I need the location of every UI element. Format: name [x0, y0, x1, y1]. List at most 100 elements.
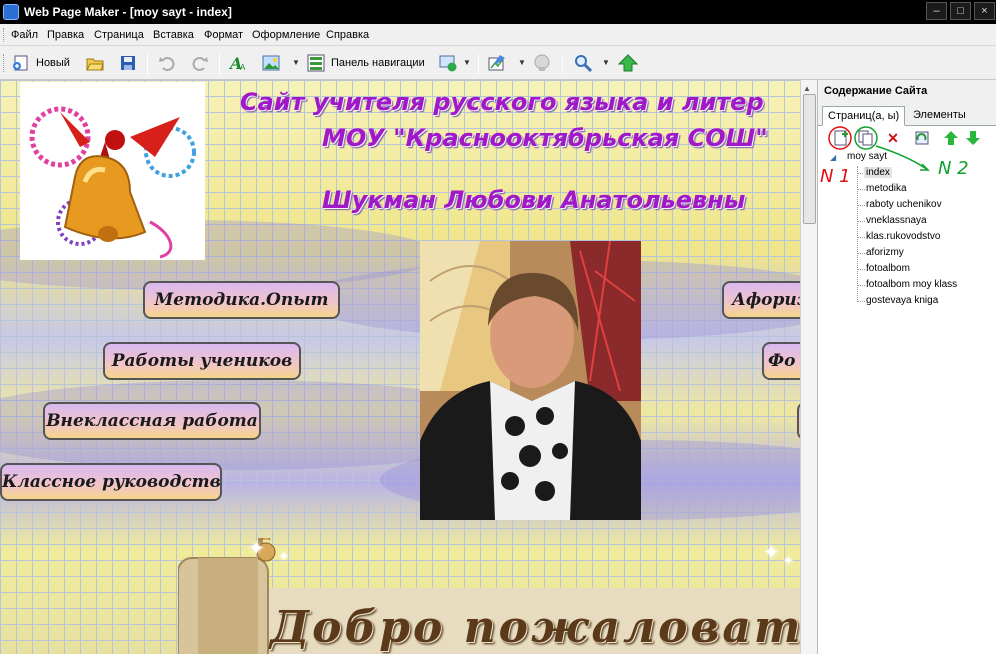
- close-window-button[interactable]: ×: [974, 2, 995, 20]
- nav-button-raboty[interactable]: Работы учеников: [103, 342, 301, 380]
- save-button[interactable]: [119, 52, 137, 74]
- tree-connector: [857, 221, 865, 222]
- sparkle-icon: ✦: [248, 538, 265, 560]
- redo-button[interactable]: [191, 52, 209, 74]
- new-page-button[interactable]: Новый: [12, 52, 70, 74]
- panel-toolbar: ✕: [818, 126, 996, 171]
- app-icon: [3, 4, 19, 20]
- open-button[interactable]: [86, 52, 104, 74]
- site-title-line3[interactable]: Шукман Любови Анатольевны: [322, 186, 745, 214]
- tab-elements[interactable]: Элементы: [908, 106, 971, 126]
- tree-connector: [857, 269, 865, 270]
- save-disk-icon: [119, 54, 137, 72]
- insert-object-button[interactable]: [439, 52, 457, 74]
- sparkle-icon: ✦: [783, 553, 794, 568]
- new-page-icon: [12, 54, 30, 72]
- menu-insert[interactable]: Вставка: [153, 29, 194, 41]
- toolbar-separator: [147, 54, 148, 74]
- tree-root-site[interactable]: moy sayt: [847, 151, 887, 162]
- scroll-up-arrow-icon[interactable]: ▲: [803, 84, 811, 93]
- tree-page-fotoalbom[interactable]: fotoalbom: [866, 263, 910, 274]
- magnifier-icon: [574, 54, 593, 73]
- tree-page-fotoalbom-moy-klass[interactable]: fotoalbom moy klass: [866, 279, 957, 290]
- tree-connector: [857, 205, 865, 206]
- toolbar-separator: [478, 54, 479, 74]
- globe-disabled-icon: [533, 54, 551, 72]
- toolbar-separator: [562, 54, 563, 74]
- welcome-text: Добро пожаловать!: [270, 602, 800, 653]
- nav-button-foto[interactable]: Фо: [762, 342, 800, 380]
- sparkle-icon: ✦: [763, 542, 780, 564]
- maximize-button[interactable]: □: [950, 2, 971, 20]
- welcome-scroll-banner[interactable]: Добро пожаловать! ✦ ✦ ✦ ✦: [177, 528, 800, 654]
- undo-icon: [158, 54, 176, 72]
- site-title-line1[interactable]: Сайт учителя русского языка и литер: [240, 88, 764, 116]
- new-page-label: Новый: [36, 57, 70, 69]
- open-folder-icon: [86, 54, 104, 72]
- tree-connector: [857, 253, 865, 254]
- redo-icon: [191, 54, 209, 72]
- draw-dropdown-arrow[interactable]: ▼: [518, 58, 526, 67]
- navigation-panel-button[interactable]: Панель навигации: [307, 52, 425, 74]
- menu-bar: Файл Правка Страница Вставка Формат Офор…: [0, 24, 996, 46]
- pencil-chart-icon: [488, 54, 506, 72]
- zoom-dropdown-arrow[interactable]: ▼: [602, 58, 610, 67]
- design-vertical-scrollbar[interactable]: ▲: [800, 80, 817, 654]
- draw-button[interactable]: [488, 52, 506, 74]
- upload-button[interactable]: [617, 52, 639, 74]
- panel-header: Содержание Сайта: [818, 80, 996, 102]
- insert-text-button[interactable]: AA: [228, 52, 247, 74]
- tree-page-aforizmy[interactable]: aforizmy: [866, 247, 904, 258]
- menu-file[interactable]: Файл: [11, 29, 38, 41]
- scrollbar-thumb[interactable]: [803, 94, 816, 224]
- zoom-button[interactable]: [574, 52, 593, 74]
- tree-connector: [857, 189, 865, 190]
- menu-format[interactable]: Формат: [204, 29, 243, 41]
- object-icon: [439, 54, 457, 72]
- bell-ribbon-icon: [29, 106, 196, 259]
- menu-grip: [3, 28, 6, 42]
- title-bar: Web Page Maker - [moy sayt - index] – □ …: [0, 0, 996, 24]
- nav-button-klassnoe[interactable]: Классное руководство: [0, 463, 222, 501]
- menu-help[interactable]: Справка: [326, 29, 369, 41]
- bell-logo-image[interactable]: [20, 82, 205, 260]
- tree-page-klas-rukovodstvo[interactable]: klas.rukovodstvo: [866, 231, 940, 242]
- publish-button[interactable]: [533, 52, 551, 74]
- image-dropdown-arrow[interactable]: ▼: [292, 58, 300, 67]
- nav-button-aforizmy[interactable]: Афориз: [722, 281, 800, 319]
- svg-text:A: A: [240, 63, 246, 72]
- tree-page-gostevaya[interactable]: gostevaya kniga: [866, 295, 938, 306]
- teacher-photo[interactable]: [420, 241, 641, 520]
- tab-pages[interactable]: Страниц(а, ы): [822, 106, 906, 126]
- pages-tree: ◢ moy sayt index metodika raboty uchenik…: [818, 150, 996, 310]
- tree-page-index[interactable]: index: [864, 167, 892, 178]
- image-icon: [262, 54, 280, 72]
- menu-edit[interactable]: Правка: [47, 29, 84, 41]
- site-title-line2[interactable]: МОУ "Краснооктябрьская СОШ": [322, 124, 768, 152]
- insert-image-button[interactable]: [262, 52, 280, 74]
- tree-page-raboty[interactable]: raboty uchenikov: [866, 199, 942, 210]
- tree-connector: [857, 237, 865, 238]
- nav-button-vneklassnaya[interactable]: Внеклассная работа: [43, 402, 261, 440]
- web-page-maker-window: Web Page Maker - [moy sayt - index] – □ …: [0, 0, 996, 654]
- navigation-panel-icon: [307, 54, 325, 72]
- tree-expand-icon[interactable]: ◢: [830, 153, 836, 162]
- object-dropdown-arrow[interactable]: ▼: [463, 58, 471, 67]
- nav-button-metodika[interactable]: Методика.Опыт: [143, 281, 340, 319]
- panel-tabs: Страниц(а, ы) Элементы: [818, 102, 996, 126]
- toolbar-grip: [3, 54, 6, 72]
- undo-button[interactable]: [158, 52, 176, 74]
- tree-page-metodika[interactable]: metodika: [866, 183, 907, 194]
- design-canvas[interactable]: Сайт учителя русского языка и литер МОУ …: [0, 80, 800, 654]
- sparkle-icon: ✦: [278, 548, 290, 564]
- navigation-panel-label: Панель навигации: [331, 57, 425, 69]
- tree-connector: [857, 285, 865, 286]
- menu-page[interactable]: Страница: [94, 29, 144, 41]
- minimize-button[interactable]: –: [926, 2, 947, 20]
- portrait-photo-icon: [420, 241, 641, 520]
- green-up-arrow-icon: [617, 54, 639, 72]
- toolbar-separator: [219, 54, 220, 74]
- tree-connector: [857, 301, 865, 302]
- tree-page-vneklassnaya[interactable]: vneklassnaya: [866, 215, 927, 226]
- menu-design[interactable]: Оформление: [252, 29, 320, 41]
